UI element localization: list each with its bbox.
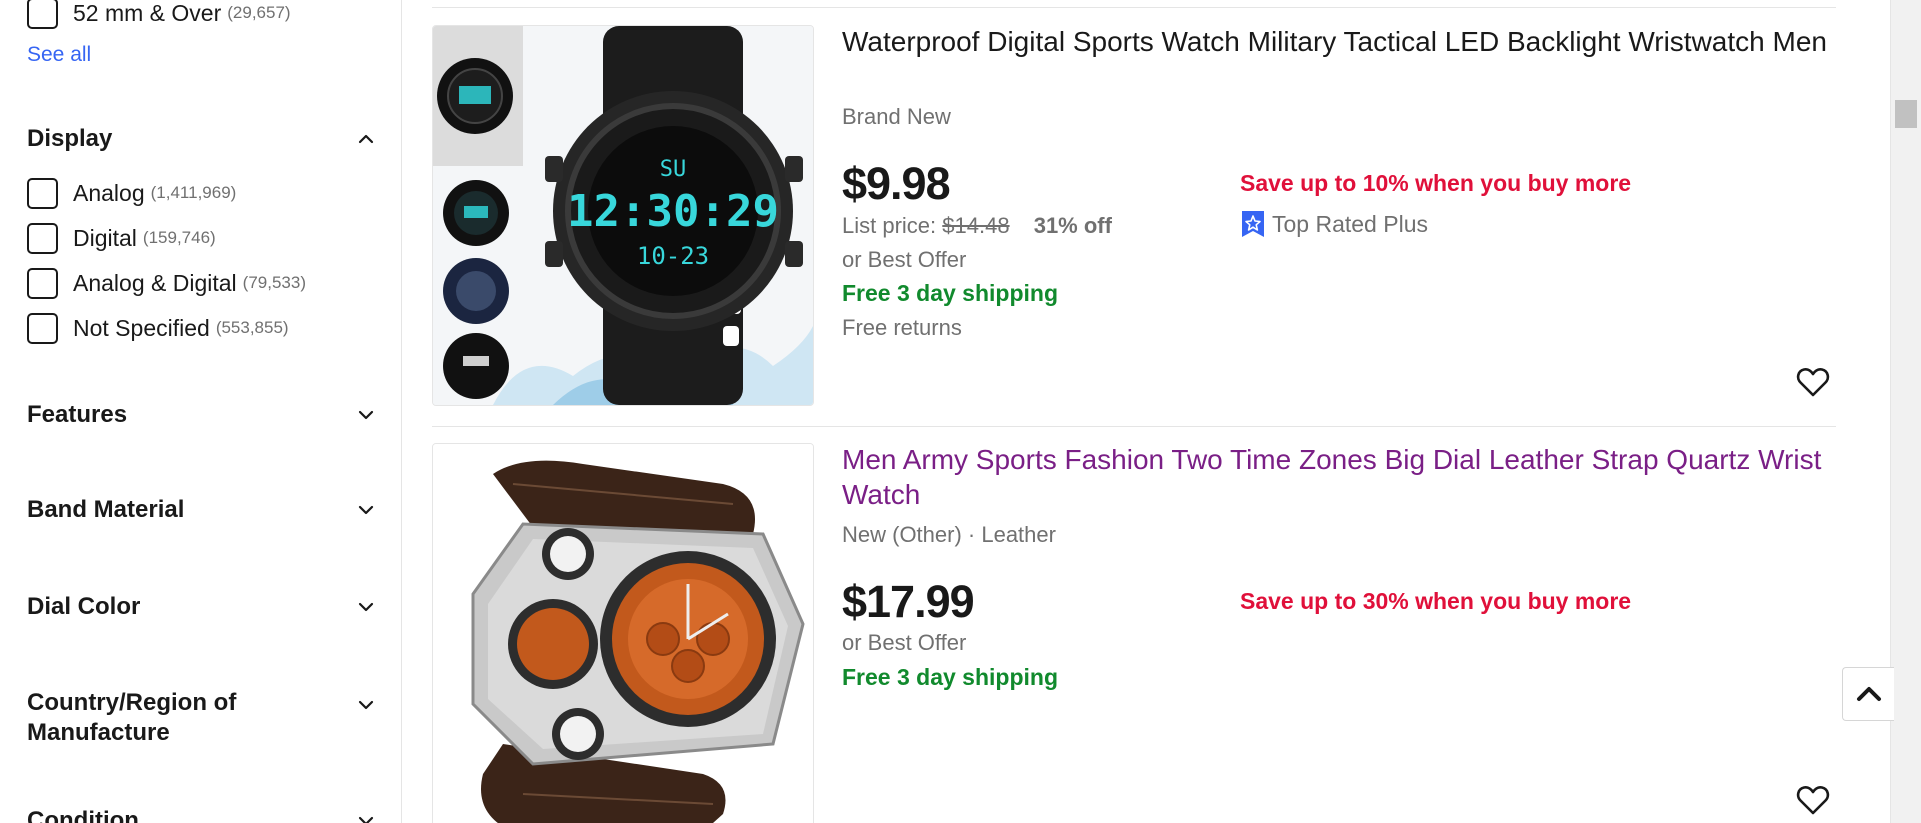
chevron-down-icon [358,505,374,515]
see-all-link[interactable]: See all [27,43,91,67]
promo-text: Save up to 30% when you buy more [1240,588,1632,614]
filter-option-label: 52 mm & Over [73,0,222,26]
facet-title: Band Material [27,496,185,523]
scrollbar-thumb[interactable] [1895,100,1917,128]
filter-option-analog-digital[interactable]: Analog & Digital (79,533) [27,267,306,299]
top-rated-plus-badge: Top Rated Plus [1240,209,1428,239]
shipping-text: Free 3 day shipping [842,664,1058,690]
watch-display-date: 10-23 [637,242,709,270]
best-offer-text: or Best Offer [842,247,967,272]
chevron-up-icon [1856,687,1881,701]
star-badge-icon [1242,211,1264,237]
army-watch-image [433,444,813,823]
filter-option-label: Analog & Digital [73,269,237,296]
facet-dial-color-header[interactable]: Dial Color [27,592,377,622]
chevron-down-icon [358,816,374,823]
listing-condition: New (Other) · Leather [842,522,1056,547]
listing-image-army-watch[interactable] [432,443,814,823]
filter-option-count: (553,855) [215,318,289,337]
listing-title[interactable]: Waterproof Digital Sports Watch Military… [842,24,1832,59]
facet-title: Condition [27,807,139,823]
filter-option-count: (159,746) [142,228,216,247]
discount-percent: 31% off [1033,213,1112,238]
filter-sidebar: 52 mm & Over (29,657) See all Display An… [0,0,402,823]
divider [432,7,1836,8]
facet-title: Display [27,125,113,152]
filter-option-label: Analog [73,179,145,206]
facet-title: Country/Region of Manufacture [27,689,237,746]
filter-option-analog[interactable]: Analog (1,411,969) [27,177,236,209]
listing-price: $9.98 [842,158,951,209]
list-price-row: List price: $14.48 31% off [842,213,1112,239]
facet-features-header[interactable]: Features [27,400,377,430]
filter-option-count: (29,657) [227,3,291,22]
divider [432,426,1836,427]
facet-condition-header[interactable]: Condition [27,806,377,823]
filter-option-digital[interactable]: Digital (159,746) [27,222,216,254]
facet-title: Features [27,401,128,428]
filter-option-count: (79,533) [242,273,306,292]
promo-text: Save up to 10% when you buy more [1240,170,1632,196]
heart-icon[interactable] [1796,784,1830,816]
checkbox[interactable] [27,267,58,299]
watch-display-day: SU [660,157,687,182]
facet-band-material-header[interactable]: Band Material [27,495,377,525]
filter-option-label: Digital [73,224,137,251]
facet-display-header[interactable]: Display [27,124,377,154]
digital-watch-image: SU 12:30:29 10-23 [433,26,813,405]
facet-title: Dial Color [27,593,141,620]
chevron-up-icon [358,134,374,144]
list-price-value: $14.48 [942,213,1010,238]
checkbox[interactable] [27,312,58,344]
top-rated-plus-label: Top Rated Plus [1272,210,1428,237]
returns-text: Free returns [842,315,962,340]
back-to-top-button[interactable] [1842,667,1894,721]
best-offer-text: or Best Offer [842,630,967,655]
checkbox[interactable] [27,0,58,29]
listing-image-digital-watch[interactable]: SU 12:30:29 10-23 [432,25,814,406]
watch-display-time: 12:30:29 [567,186,779,237]
filter-option-52mm-over[interactable]: 52 mm & Over (29,657) [27,0,291,29]
listing-condition: Brand New [842,104,951,129]
list-price-label: List price: [842,213,937,238]
chevron-down-icon [358,602,374,612]
chevron-down-icon [358,700,374,710]
checkbox[interactable] [27,222,58,254]
facet-country-region-header[interactable]: Country/Region of Manufacture [27,688,377,748]
checkbox[interactable] [27,177,58,209]
heart-icon[interactable] [1796,366,1830,398]
listing-title[interactable]: Men Army Sports Fashion Two Time Zones B… [842,442,1832,512]
filter-option-label: Not Specified [73,314,210,341]
shipping-text: Free 3 day shipping [842,280,1058,306]
filter-option-not-specified[interactable]: Not Specified (553,855) [27,312,289,344]
filter-option-count: (1,411,969) [150,183,237,202]
listing-price: $17.99 [842,576,975,627]
chevron-down-icon [358,410,374,420]
